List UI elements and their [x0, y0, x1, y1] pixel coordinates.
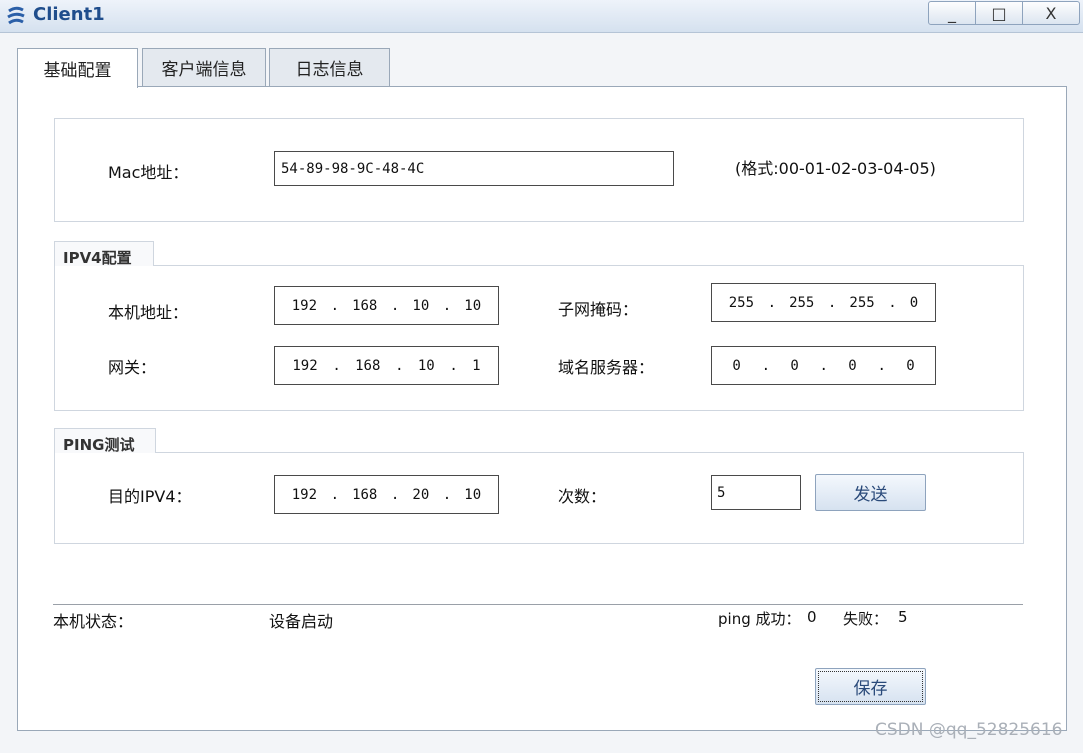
tab-log-info[interactable]: 日志信息: [269, 48, 390, 86]
status-label: 本机状态：: [53, 612, 134, 631]
ip-octet: 192: [291, 297, 318, 314]
dest-ipv4-label: 目的IPV4：: [108, 487, 192, 506]
local-address-input[interactable]: 192. 168. 10. 10: [274, 286, 499, 325]
ip-octet: 168: [355, 357, 381, 374]
close-button[interactable]: X: [1022, 1, 1080, 25]
ip-octet: 10: [464, 486, 482, 503]
window-title: Client1: [33, 4, 105, 25]
ip-octet: 0: [909, 294, 919, 311]
mac-format-hint: (格式:00-01-02-03-04-05): [735, 159, 936, 178]
ip-octet: 168: [352, 486, 378, 503]
dns-server-input[interactable]: 0. 0. 0. 0: [711, 346, 936, 385]
ping-count-label: 次数：: [558, 487, 607, 506]
ip-octet: 168: [352, 297, 378, 314]
dest-ipv4-input[interactable]: 192. 168. 20. 10: [274, 475, 499, 514]
ping-success-count: 0: [807, 608, 817, 626]
ip-octet: 20: [412, 486, 430, 503]
tab-basic-config[interactable]: 基础配置: [17, 48, 138, 88]
title-bar: Client1 _ □ X: [0, 0, 1083, 33]
ip-octet: 1: [472, 357, 481, 374]
watermark: CSDN @qq_52825616: [875, 720, 1063, 740]
ip-octet: 255: [849, 294, 875, 311]
ip-octet: 10: [464, 297, 482, 314]
subnet-mask-label: 子网掩码：: [558, 300, 639, 319]
minimize-button[interactable]: _: [928, 1, 976, 25]
send-button[interactable]: 发送: [815, 474, 926, 511]
status-value: 设备启动: [269, 612, 334, 631]
ip-octet: 192: [292, 357, 318, 374]
maximize-button[interactable]: □: [975, 1, 1023, 25]
ping-group-title: PING测试: [54, 428, 156, 454]
tab-client-info[interactable]: 客户端信息: [142, 48, 266, 86]
ping-success-label: ping 成功：: [718, 610, 801, 628]
ping-fail-count: 5: [898, 608, 908, 626]
ip-octet: 10: [417, 357, 435, 374]
ip-octet: 0: [848, 357, 857, 374]
ip-octet: 10: [412, 297, 430, 314]
gateway-label: 网关：: [108, 358, 157, 377]
ip-octet: 0: [790, 357, 799, 374]
subnet-mask-input[interactable]: 255. 255. 255. 0: [711, 283, 936, 322]
dns-server-label: 域名服务器：: [558, 358, 655, 377]
ip-octet: 0: [906, 357, 915, 374]
ping-fail-label: 失败：: [843, 610, 889, 628]
local-address-label: 本机地址：: [108, 303, 189, 322]
app-icon: [7, 6, 25, 25]
ping-count-input[interactable]: 5: [711, 475, 801, 510]
ipv4-group-title: IPV4配置: [54, 241, 154, 267]
status-divider: [53, 604, 1023, 605]
mac-label: Mac地址：: [108, 163, 189, 182]
gateway-input[interactable]: 192. 168. 10. 1: [274, 346, 499, 385]
ip-octet: 255: [789, 294, 815, 311]
save-button[interactable]: 保存: [815, 668, 926, 705]
ip-octet: 255: [728, 294, 755, 311]
mac-input[interactable]: 54-89-98-9C-48-4C: [274, 151, 674, 186]
ip-octet: 192: [291, 486, 318, 503]
ip-octet: 0: [732, 357, 741, 374]
